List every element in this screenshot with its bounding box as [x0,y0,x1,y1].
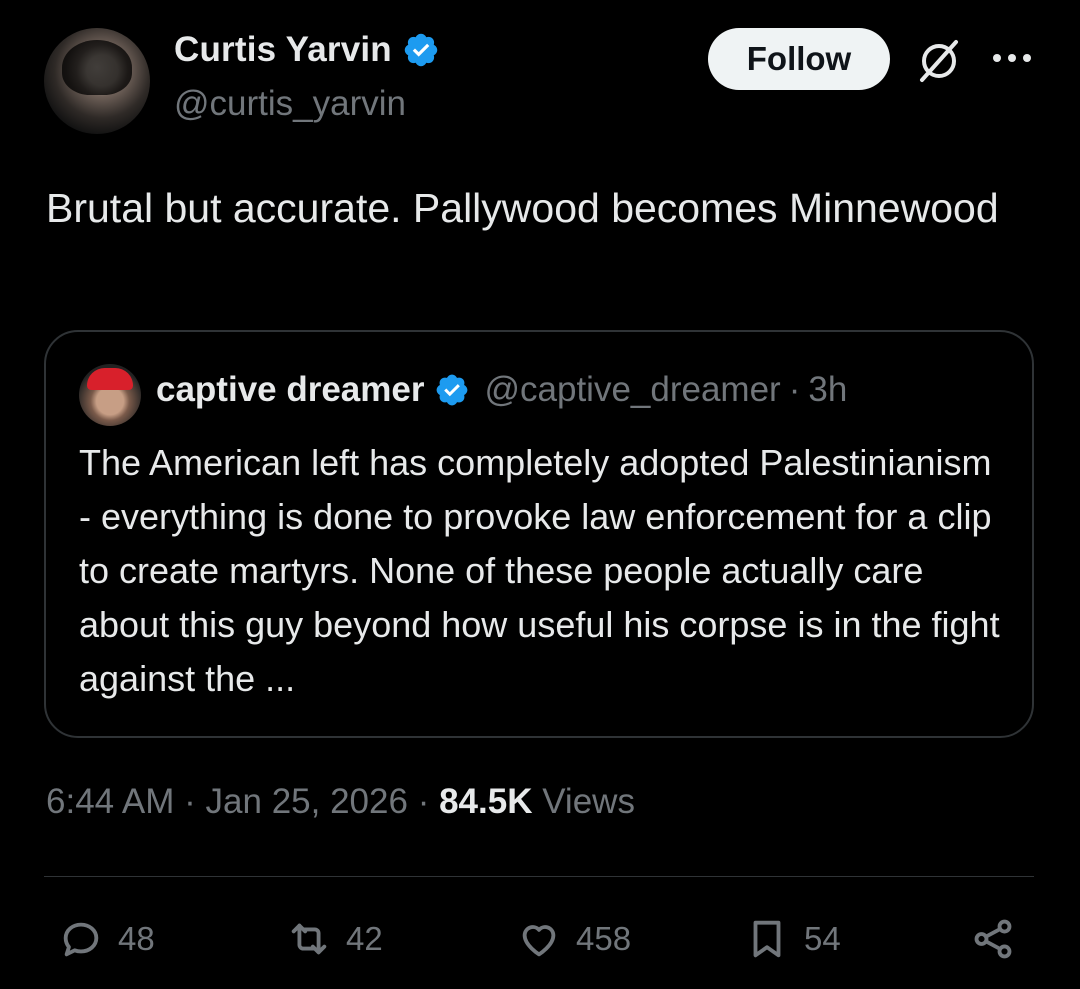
quoted-tweet-header: captive dreamer @captive_dreamer · 3h [156,370,847,410]
author-avatar[interactable] [44,28,150,134]
more-icon[interactable] [990,44,1034,72]
reply-count: 48 [118,920,155,957]
quoted-author-avatar[interactable] [79,364,141,426]
like-icon [522,925,556,957]
verified-badge-icon [437,374,468,406]
author-display-name[interactable]: Curtis Yarvin [174,30,392,70]
repost-count: 42 [346,920,383,957]
action-bar: 48 42 458 54 [0,910,1080,974]
tweet-text: Brutal but accurate. Pallywood becomes M… [46,185,999,231]
quoted-tweet-text: The American left has completely adopted… [79,442,1000,699]
quoted-display-name[interactable]: captive dreamer [156,370,424,410]
share-button[interactable] [970,916,1016,962]
quoted-timestamp[interactable]: 3h [808,370,847,410]
repost-button[interactable]: 42 [286,916,383,962]
share-icon [974,919,1012,959]
separator-dot: · [788,370,801,409]
reply-icon [63,922,99,957]
like-button[interactable]: 458 [516,916,631,962]
bookmark-button[interactable]: 54 [744,916,841,962]
bookmark-count: 54 [804,920,841,957]
views-label: Views [542,782,635,821]
quoted-handle[interactable]: @captive_dreamer [484,370,780,410]
reply-button[interactable]: 48 [58,916,155,962]
post-time[interactable]: 6:44 AM [46,782,174,821]
tweet-meta: 6:44 AM · Jan 25, 2026 · 84.5K Views [46,782,635,822]
quoted-tweet-card[interactable]: captive dreamer @captive_dreamer · 3h Th… [44,330,1034,738]
verified-badge-icon [404,33,438,67]
post-date[interactable]: Jan 25, 2026 [206,782,408,821]
bookmark-icon [753,920,781,958]
views-count[interactable]: 84.5K [439,782,532,821]
separator-dot: · [184,782,196,821]
repost-icon [291,923,327,955]
grok-icon[interactable] [914,36,964,86]
divider [44,876,1034,877]
follow-button[interactable]: Follow [708,28,890,90]
author-name-row: Curtis Yarvin [174,30,440,70]
separator-dot: · [417,782,430,821]
author-handle[interactable]: @curtis_yarvin [174,84,406,124]
like-count: 458 [576,920,632,957]
